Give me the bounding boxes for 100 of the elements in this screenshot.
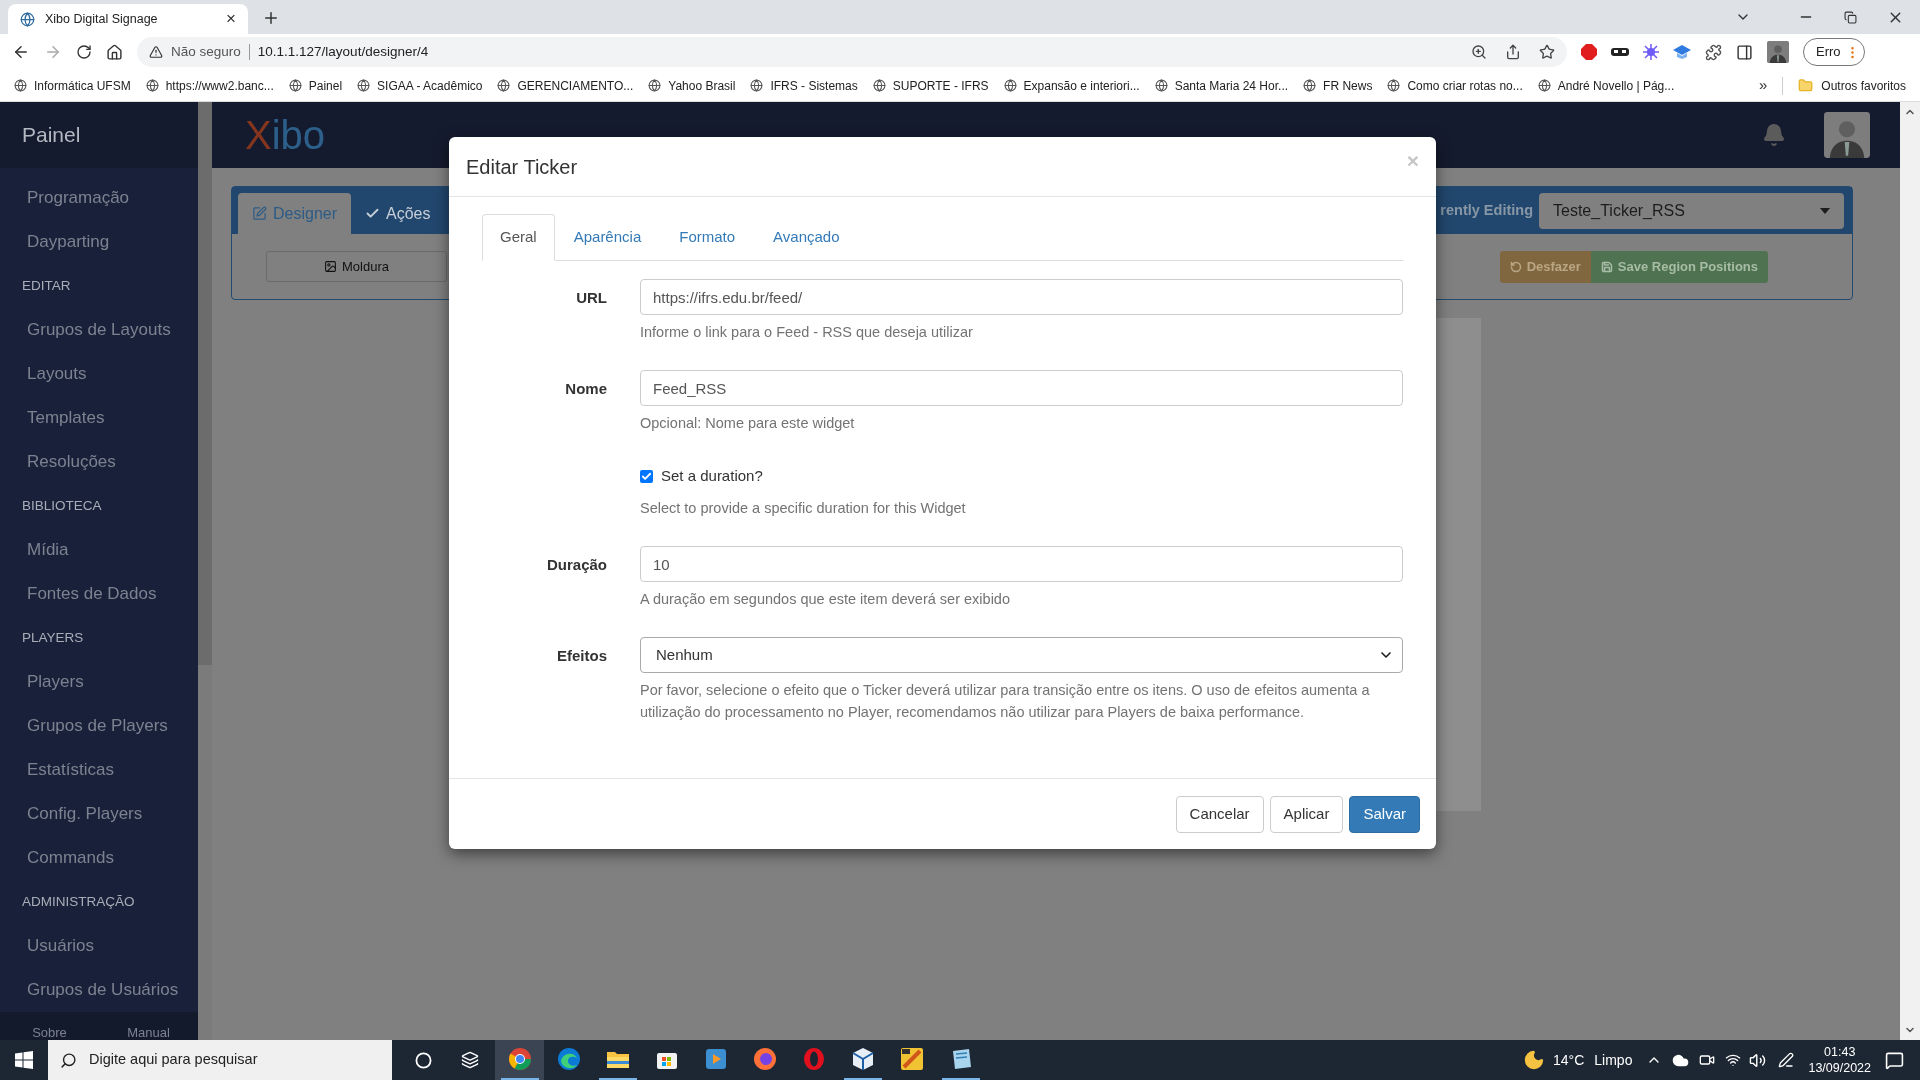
zoom-icon[interactable] <box>1471 44 1487 60</box>
globe-icon <box>14 79 27 92</box>
designer-tab[interactable]: Ações <box>351 193 445 234</box>
wifi-icon[interactable] <box>1725 1052 1742 1068</box>
sidebar-item[interactable]: Players <box>0 660 198 704</box>
sidebar-item[interactable]: Usuários <box>0 924 198 968</box>
address-bar[interactable]: Não seguro 10.1.1.127/layout/designer/4 <box>137 37 1567 67</box>
browser-tab[interactable]: Xibo Digital Signage × <box>8 4 248 34</box>
dialog-button[interactable]: Cancelar <box>1175 795 1264 833</box>
layout-dropdown[interactable]: Teste_Ticker_RSS <box>1539 192 1844 229</box>
notifications-icon[interactable] <box>1885 1050 1904 1070</box>
bookmark-item[interactable]: GERENCIAMENTO... <box>497 76 634 95</box>
bookmark-item[interactable]: FR News <box>1303 76 1373 95</box>
moon-icon <box>1523 1049 1545 1071</box>
star-icon[interactable] <box>1539 44 1555 60</box>
bookmark-item[interactable]: Painel <box>288 76 343 95</box>
bookmark-item[interactable]: IFRS - Sistemas <box>750 76 858 95</box>
more-bookmarks-button[interactable]: » <box>1758 74 1768 97</box>
new-tab-icon[interactable] <box>262 9 280 27</box>
image-icon <box>324 260 337 273</box>
graduation-cap-icon[interactable] <box>1673 44 1691 60</box>
bookmark-item[interactable]: Como criar rotas no... <box>1387 76 1523 95</box>
clock-time[interactable]: 01:43 <box>1824 1044 1856 1060</box>
tab-title: Xibo Digital Signage <box>45 10 159 28</box>
dialog-tab[interactable]: Aparência <box>554 214 661 260</box>
effects-dropdown[interactable]: Nenhum <box>640 637 1403 673</box>
caret-icon <box>1820 207 1830 214</box>
task-view-icon[interactable] <box>461 1051 479 1069</box>
dialog-tab[interactable]: Formato <box>660 214 755 260</box>
avatar-icon[interactable] <box>1824 112 1870 158</box>
temperature: 14°C <box>1553 1050 1585 1070</box>
sidebar-item[interactable]: Fontes de Dados <box>0 572 198 616</box>
sidebar-item[interactable]: Resoluções <box>0 440 198 484</box>
globe-icon <box>1387 79 1401 92</box>
sidebar-heading: EDITAR <box>21 276 72 295</box>
sidebar-item[interactable]: Dayparting <box>0 220 198 264</box>
globe-icon <box>20 11 35 27</box>
share-icon[interactable] <box>1505 44 1521 60</box>
sun-icon[interactable] <box>1643 44 1659 60</box>
checkbox-label: Set a duration? <box>661 465 763 486</box>
side-panel-icon[interactable] <box>1736 43 1753 61</box>
sidebar-footer-link[interactable]: Manual <box>99 1023 198 1043</box>
sidebar-item[interactable]: Layouts <box>0 352 198 396</box>
field-label: URL <box>575 288 607 308</box>
folder-icon <box>1798 78 1814 93</box>
bookmark-item[interactable]: Yahoo Brasil <box>648 76 736 95</box>
avatar-icon[interactable] <box>1767 41 1789 63</box>
globe-icon <box>497 79 511 92</box>
start-icon[interactable] <box>15 1051 33 1069</box>
extensions-icon[interactable] <box>1705 43 1722 61</box>
volume-icon[interactable] <box>1749 1051 1767 1069</box>
dialog-tab[interactable]: Geral <box>482 214 555 261</box>
dialog-button[interactable]: Aplicar <box>1269 795 1344 833</box>
text-field[interactable]: Feed_RSS <box>640 370 1403 406</box>
stop-sign-icon[interactable] <box>1581 44 1597 60</box>
bookmark-item[interactable]: Informática UFSM <box>14 76 131 95</box>
reload-icon[interactable] <box>76 44 92 60</box>
dialog-tab[interactable]: Avançado <box>754 214 859 260</box>
bell-icon[interactable] <box>1762 123 1786 147</box>
save-button[interactable]: Salvar <box>1349 795 1420 833</box>
back-icon[interactable] <box>12 43 30 61</box>
sidebar-item[interactable]: Grupos de Usuários <box>0 968 198 1012</box>
sidebar-item[interactable]: Grupos de Layouts <box>0 308 198 352</box>
restore-icon[interactable] <box>1844 10 1857 24</box>
sidebar-item[interactable]: Templates <box>0 396 198 440</box>
camera-icon[interactable] <box>1699 1052 1716 1068</box>
sidebar-item[interactable]: Commands <box>0 836 198 880</box>
weather-label: Limpo <box>1594 1050 1633 1070</box>
field-label: Efeitos <box>556 646 607 666</box>
pen-icon[interactable] <box>1778 1052 1795 1068</box>
bookmark-item[interactable]: SUPORTE - IFRS <box>872 76 989 95</box>
checkbox[interactable] <box>640 469 653 483</box>
home-icon[interactable] <box>106 43 123 61</box>
text-field[interactable]: https://ifrs.edu.br/feed/ <box>640 279 1403 315</box>
field-label: Nome <box>564 379 607 399</box>
clock-date[interactable]: 13/09/2022 <box>1808 1060 1871 1076</box>
sidebar-item[interactable]: Grupos de Players <box>0 704 198 748</box>
sidebar-footer-link[interactable]: Sobre <box>0 1023 99 1043</box>
bookmark-item[interactable]: https://www2.banc... <box>145 76 274 95</box>
app-icon <box>801 1047 826 1071</box>
frame-button[interactable]: Moldura <box>266 251 447 282</box>
sidebar-item[interactable]: Programação <box>0 176 198 220</box>
taskbar-search-field[interactable]: Digite aqui para pesquisar <box>48 1040 392 1080</box>
bookmark-item[interactable]: SIGAA - Acadêmico <box>357 76 483 95</box>
bookmark-item[interactable]: André Novello | Pág... <box>1537 76 1675 95</box>
undo-icon <box>1509 260 1522 273</box>
bookmark-folder[interactable]: Outros favoritos <box>1798 76 1906 95</box>
text-field[interactable]: 10 <box>640 546 1403 582</box>
bookmark-item[interactable]: Expansão e interiori... <box>1003 76 1140 95</box>
url-text: 10.1.1.127/layout/designer/4 <box>257 42 430 61</box>
bookmark-item[interactable]: Santa Maria 24 Hor... <box>1154 76 1289 95</box>
sidebar-item[interactable]: Estatísticas <box>0 748 198 792</box>
sidebar-item[interactable]: Config. Players <box>0 792 198 836</box>
mask-icon[interactable] <box>1611 46 1629 58</box>
sidebar-title[interactable]: Painel <box>22 119 81 151</box>
globe-icon <box>1537 79 1551 92</box>
check-icon <box>365 206 381 221</box>
sidebar-item[interactable]: Mídia <box>0 528 198 572</box>
cortana-icon[interactable] <box>415 1051 432 1069</box>
close-tab-button[interactable]: × <box>226 6 236 32</box>
